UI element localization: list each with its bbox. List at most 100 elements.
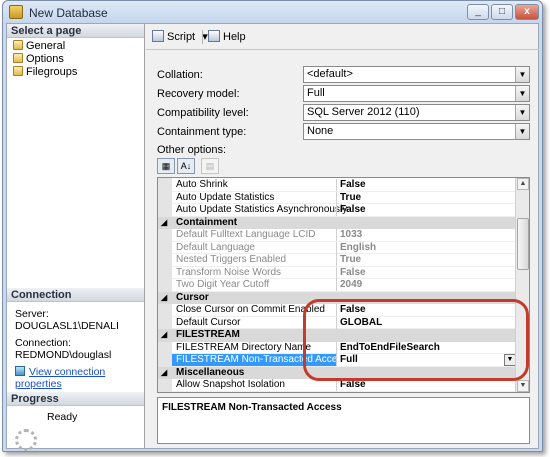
- scroll-down-icon[interactable]: ▼: [517, 380, 529, 392]
- server-label: Server:: [15, 308, 49, 320]
- server-value: DOUGLASL1\DENALI: [15, 320, 119, 332]
- help-label: Help: [223, 31, 246, 43]
- close-button[interactable]: x: [515, 4, 539, 20]
- column-divider: [336, 391, 337, 392]
- help-button[interactable]: Help: [208, 30, 246, 44]
- minimize-button[interactable]: _: [467, 4, 489, 20]
- grid-row[interactable]: Default Cursor GLOBAL: [172, 316, 516, 329]
- script-button[interactable]: Script ▾: [152, 30, 208, 44]
- page-item-filegroups[interactable]: Filegroups: [13, 66, 77, 78]
- collapse-icon[interactable]: ◢: [161, 367, 167, 379]
- grid-category[interactable]: ◢ Cursor: [158, 291, 516, 304]
- column-divider: [336, 179, 337, 191]
- collapse-icon[interactable]: ◢: [161, 217, 167, 229]
- toolbar-divider: [146, 49, 539, 50]
- grid-row[interactable]: Default Fulltext Language LCID 1033: [172, 229, 516, 242]
- property-name: Allow Snapshot Isolation: [176, 379, 285, 390]
- progress-header: Progress: [7, 392, 144, 406]
- database-app-icon: [9, 5, 23, 19]
- maximize-button[interactable]: □: [491, 4, 513, 20]
- property-name: FILESTREAM Directory Name: [176, 341, 312, 353]
- grid-row[interactable]: Default Language English: [172, 241, 516, 254]
- column-divider: [336, 254, 337, 266]
- page-label: Filegroups: [26, 66, 78, 78]
- property-name: Nested Triggers Enabled: [176, 254, 287, 265]
- scroll-up-icon[interactable]: ▲: [517, 178, 529, 190]
- property-value: True: [340, 254, 362, 265]
- grid-category-label: FILESTREAM: [176, 329, 240, 340]
- grid-category[interactable]: ◢ FILESTREAM: [158, 329, 516, 342]
- progress-status: Ready: [47, 411, 78, 423]
- chevron-down-icon[interactable]: ▾: [202, 31, 208, 43]
- alphabetical-sort-icon[interactable]: A↓: [177, 158, 195, 174]
- property-description-panel: FILESTREAM Non-Transacted Access: [157, 397, 530, 444]
- page-icon: [13, 53, 23, 63]
- connection-header: Connection: [7, 288, 144, 302]
- property-pages-icon[interactable]: ▤: [201, 158, 219, 174]
- property-value: False: [340, 304, 366, 315]
- grid-row[interactable]: Auto Update Statistics True: [172, 191, 516, 204]
- grid-category[interactable]: ◢ Miscellaneous: [158, 366, 516, 379]
- chevron-down-icon[interactable]: ▼: [515, 67, 529, 82]
- grid-category-label: Containment: [176, 216, 238, 228]
- grid-row[interactable]: Auto Shrink False: [172, 179, 516, 192]
- collation-select[interactable]: <default> ▼: [303, 66, 530, 83]
- page-label: General: [26, 40, 66, 52]
- grid-row[interactable]: Allow Snapshot Isolation False: [172, 379, 516, 392]
- dialog-client-area: Select a page General Options Filegroups…: [6, 23, 539, 451]
- categorized-view-icon[interactable]: ▦: [157, 158, 175, 174]
- grid-row[interactable]: Nested Triggers Enabled True: [172, 254, 516, 267]
- collapse-icon[interactable]: ◢: [161, 292, 167, 304]
- page-item-general[interactable]: General: [13, 40, 65, 52]
- window-title: New Database: [29, 6, 108, 20]
- chevron-down-icon[interactable]: ▼: [515, 124, 529, 139]
- grid-row-selected[interactable]: FILESTREAM Non-Transacted Access Full ▼: [172, 354, 516, 367]
- left-pane: Select a page General Options Filegroups…: [7, 24, 145, 451]
- containment-type-label: Containment type:: [157, 126, 247, 138]
- grid-row[interactable]: ANSI NULL Default False: [172, 391, 516, 392]
- property-name: Two Digit Year Cutoff: [176, 279, 270, 290]
- script-label: Script: [167, 31, 196, 43]
- property-name: Close Cursor on Commit Enabled: [176, 304, 325, 315]
- view-connection-properties-link-row[interactable]: View connection properties: [15, 366, 144, 390]
- compatibility-level-select[interactable]: SQL Server 2012 (110) ▼: [303, 104, 530, 121]
- chevron-down-icon[interactable]: ▼: [515, 105, 529, 120]
- properties-icon: [15, 366, 25, 376]
- column-divider: [336, 241, 337, 254]
- grid-scrollbar[interactable]: ▲ ▼: [515, 178, 529, 392]
- toolbar: Script ▾ Help: [146, 24, 539, 50]
- grid-row[interactable]: Auto Update Statistics Asynchronously Fal…: [172, 204, 516, 217]
- grid-row[interactable]: FILESTREAM Directory Name EndToEndFileSea…: [172, 341, 516, 354]
- compatibility-level-label: Compatibility level:: [157, 107, 249, 119]
- property-value: English: [340, 241, 377, 253]
- chevron-down-icon[interactable]: ▼: [515, 86, 529, 101]
- scroll-thumb[interactable]: [517, 218, 529, 270]
- column-divider: [336, 266, 337, 279]
- column-divider: [336, 341, 337, 354]
- column-divider: [336, 229, 337, 241]
- page-icon: [13, 40, 23, 50]
- connection-value: REDMOND\douglasl: [15, 349, 112, 361]
- page-icon: [13, 66, 23, 76]
- new-database-window: New Database _ □ x Select a page General…: [2, 0, 543, 452]
- collapse-icon[interactable]: ◢: [161, 329, 167, 341]
- grid-category-label: Cursor: [176, 291, 209, 303]
- right-pane: Script ▾ Help Collation: <default> ▼ Rec…: [146, 24, 539, 448]
- grid-row[interactable]: Transform Noise Words False: [172, 266, 516, 279]
- grid-row[interactable]: Close Cursor on Commit Enabled False: [172, 304, 516, 317]
- property-grid[interactable]: Auto Shrink False Auto Update Statistics Tr…: [157, 177, 530, 393]
- recovery-model-value: Full: [307, 87, 325, 99]
- column-divider: [336, 379, 337, 391]
- property-value: False: [340, 204, 366, 215]
- toolbar-separator: [202, 30, 203, 44]
- recovery-model-select[interactable]: Full ▼: [303, 85, 530, 102]
- property-value-select[interactable]: Full ▼: [337, 354, 516, 366]
- page-item-options[interactable]: Options: [13, 53, 64, 65]
- grid-row[interactable]: Two Digit Year Cutoff 2049: [172, 279, 516, 292]
- grid-category[interactable]: ◢ Containment: [158, 216, 516, 229]
- containment-type-select[interactable]: None ▼: [303, 123, 530, 140]
- collation-value: <default>: [307, 68, 353, 80]
- select-page-header: Select a page: [7, 24, 144, 38]
- view-connection-properties-link[interactable]: View connection properties: [15, 366, 105, 390]
- column-divider: [336, 316, 337, 329]
